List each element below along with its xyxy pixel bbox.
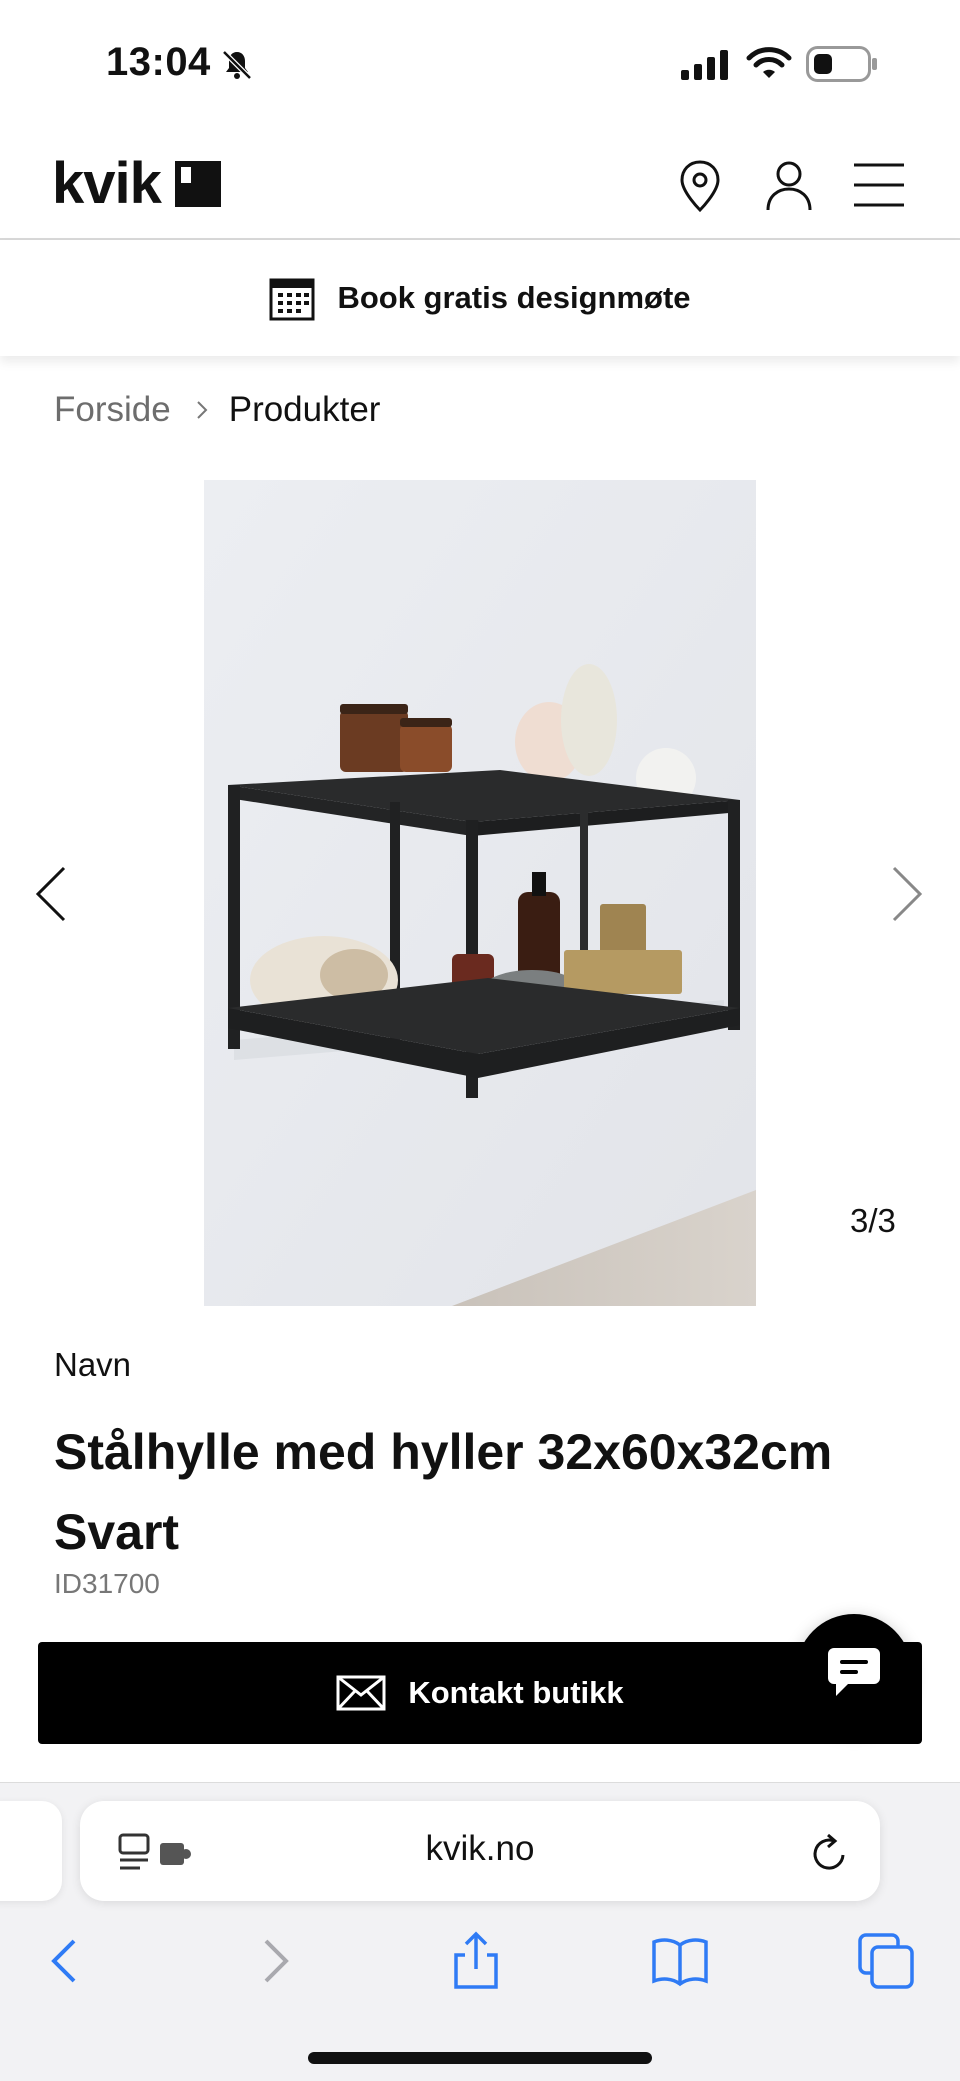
tabs-icon[interactable]	[856, 1931, 916, 1991]
chevron-right-icon	[197, 401, 208, 419]
chat-bubble-icon	[828, 1648, 880, 1696]
share-icon[interactable]	[446, 1931, 506, 1991]
bell-slash-icon	[222, 50, 252, 80]
url-text: kvik.no	[425, 1829, 535, 1868]
cellular-signal-icon	[681, 50, 728, 80]
browser-bar: kvik.no	[0, 1782, 960, 2081]
browser-toolbar	[0, 1931, 960, 2001]
logo-text: kvik	[52, 151, 162, 216]
status-time: 13:04	[106, 40, 211, 84]
site-header: kvik	[0, 130, 960, 240]
reload-icon[interactable]	[810, 1831, 850, 1873]
product-image[interactable]	[204, 480, 756, 1306]
address-bar[interactable]: kvik.no	[80, 1801, 880, 1901]
hamburger-menu-icon[interactable]	[852, 162, 906, 208]
wifi-icon	[746, 47, 792, 78]
user-icon[interactable]	[764, 158, 814, 214]
image-counter: 3/3	[850, 1202, 896, 1239]
logo-mark	[174, 161, 221, 207]
forward-icon[interactable]	[244, 1931, 304, 1991]
battery-icon	[806, 46, 877, 82]
chevron-left-icon[interactable]	[32, 864, 72, 924]
steel-shelf-photo	[204, 480, 756, 1306]
product-id: ID31700	[54, 1568, 160, 1599]
product-title: Stålhylle med hyller 32x60x32cm Svart	[54, 1424, 833, 1560]
breadcrumb-item-home[interactable]: Forside	[54, 390, 171, 430]
bookmarks-icon[interactable]	[650, 1931, 710, 1991]
breadcrumb: Forside Produkter	[54, 390, 380, 430]
previous-tab-peek[interactable]	[0, 1801, 62, 1901]
name-label: Navn	[54, 1346, 132, 1383]
chevron-right-icon[interactable]	[886, 864, 926, 924]
contact-store-label: Kontakt butikk	[408, 1675, 624, 1710]
book-design-meeting-banner[interactable]: Book gratis designmøte	[0, 240, 960, 356]
calendar-icon	[269, 278, 315, 321]
kvik-logo[interactable]: kvik	[52, 151, 221, 216]
home-indicator	[308, 2052, 652, 2064]
product-gallery: 3/3	[0, 480, 960, 1306]
contact-store-button[interactable]: Kontakt butikk	[38, 1642, 922, 1744]
booking-label: Book gratis designmøte	[337, 280, 691, 315]
mail-icon	[336, 1675, 386, 1711]
location-pin-icon[interactable]	[676, 158, 724, 214]
breadcrumb-item-products[interactable]: Produkter	[229, 390, 381, 430]
back-icon[interactable]	[36, 1931, 96, 1991]
status-bar: 13:04	[0, 0, 960, 130]
chat-button[interactable]	[796, 1614, 912, 1730]
